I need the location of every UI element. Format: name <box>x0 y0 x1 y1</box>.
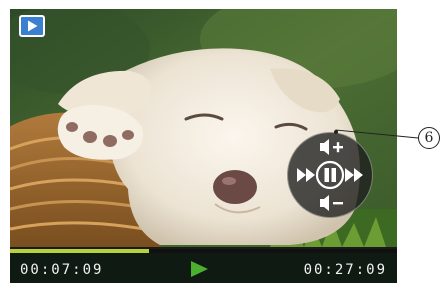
play-icon[interactable] <box>189 259 209 279</box>
callout-number: 6 <box>418 127 440 149</box>
volume-down-icon[interactable] <box>320 195 343 211</box>
playback-mode-icon <box>19 15 45 37</box>
volume-up-icon[interactable] <box>320 139 343 155</box>
rewind-icon[interactable] <box>297 168 315 182</box>
total-time: 00:27:09 <box>303 262 387 278</box>
video-playback-screen: 00:07:09 00:27:09 <box>10 9 397 283</box>
elapsed-time: 00:07:09 <box>20 262 104 278</box>
fast-forward-icon[interactable] <box>345 168 363 182</box>
pause-icon[interactable] <box>315 160 345 190</box>
playback-control-dial[interactable] <box>287 132 373 218</box>
playback-status-bar: 00:07:09 00:27:09 <box>10 253 397 283</box>
